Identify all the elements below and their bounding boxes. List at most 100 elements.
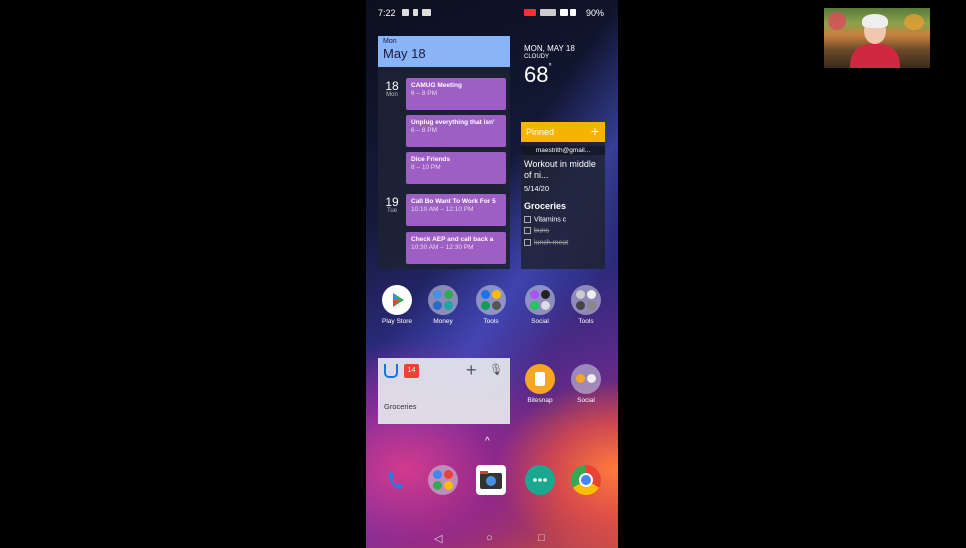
dock-messages[interactable] [518,465,562,498]
back-icon[interactable]: ◁ [434,532,442,545]
folder-icon [428,465,458,495]
app-label: Social [577,397,595,404]
keep-account[interactable]: maestrith@gmail... [521,146,605,155]
video-icon [422,9,431,16]
folder-tools[interactable]: Tools [469,285,513,325]
event-time: 10:10 AM – 12:10 PM [411,206,474,213]
chrome-icon [571,465,601,495]
keep-note[interactable]: Workout in middle of ni... 5/14/20 [521,155,605,197]
messages-icon [525,465,555,495]
mic-icon[interactable]: 🎙 [489,363,503,376]
event-title: Unplug everything that isn' [411,119,495,126]
folder-social[interactable]: Social [518,285,562,325]
checklist-item[interactable]: buns [524,227,602,235]
checklist-text: Vitamins c [534,216,567,224]
bitesnap-icon [525,364,555,394]
camera-icon [476,465,506,495]
dock-camera[interactable] [469,465,513,498]
checklist-item[interactable]: lunch meat [524,238,602,246]
add-button[interactable]: + [466,360,477,381]
folder-icon [571,364,601,394]
webcam-overlay [824,8,930,68]
folder-icon [476,285,506,315]
add-note-button[interactable]: + [591,123,599,139]
event-title: Check AEP and call back a [411,236,494,243]
event-time: 10:30 AM – 12:30 PM [411,244,474,251]
checkbox-icon [524,216,531,223]
note-title: Workout in middle of ni... [524,159,596,180]
status-battery: 90% [585,8,604,18]
app-label: Money [433,318,453,325]
event-time: 6 – 8 PM [411,90,438,97]
app-drawer-caret-icon[interactable]: ^ [485,436,490,447]
calendar-date: May 18 [383,46,426,61]
home-icon[interactable]: ○ [486,532,493,544]
day-label: 19 Tue [383,196,401,214]
calendar-header[interactable]: Mon May 18 [378,36,510,67]
keep-note[interactable]: Groceries Vitamins c buns lunch meat [521,197,605,250]
background-flower [904,14,924,30]
status-time: 7:22 [378,8,396,18]
event-time: 6 – 8 PM [411,127,438,134]
folder-icon [428,285,458,315]
phone-screen: 7:22 90% Mon May 18 18 Mon 19 Tue CAMUG … [366,0,618,548]
calendar-badge-icon[interactable]: 14 [404,364,419,378]
play-store-icon [382,285,412,315]
notification-icon [413,9,418,16]
dock-chrome[interactable] [564,465,608,498]
person-shirt [850,44,900,68]
day-number: 19 [385,195,399,209]
keep-header-label: Pinned [526,127,555,137]
keep-header[interactable]: Pinned + [521,122,605,142]
checkbox-icon [524,227,531,235]
event-time: 8 – 10 PM [411,164,441,171]
calendar-event[interactable]: Unplug everything that isn' 6 – 8 PM [406,115,506,147]
calendar-widget[interactable]: Mon May 18 18 Mon 19 Tue CAMUG Meeting 6… [378,36,510,269]
background-flower [828,12,846,30]
note-title: Groceries [524,201,567,211]
dock-google-folder[interactable] [421,465,465,498]
search-widget[interactable]: 14 + 🎙 Groceries [378,358,510,424]
weather-temp: 68° [524,62,575,88]
folder-icon [571,285,601,315]
mail-icon[interactable] [384,364,398,378]
event-title: CAMUG Meeting [411,82,462,89]
checklist-text: buns [534,227,550,235]
recents-icon[interactable]: □ [538,532,545,544]
dock-phone[interactable] [374,465,418,498]
app-label: Bitesnap [527,397,553,404]
wifi-icon [560,9,568,16]
event-title: Call Bo Want To Work For 5 [411,198,496,205]
calendar-dow: Mon [383,38,397,45]
calendar-event[interactable]: CAMUG Meeting 6 – 8 PM [406,78,506,110]
app-label: Tools [578,318,594,325]
app-play-store[interactable]: Play Store [375,285,419,325]
degree-symbol: ° [548,62,552,71]
widget-note-label[interactable]: Groceries [384,402,417,411]
notification-icon [402,9,409,16]
phone-icon [381,465,411,495]
calendar-event[interactable]: Call Bo Want To Work For 5 10:10 AM – 12… [406,194,506,226]
app-label: Social [531,318,549,325]
event-title: Dice Friends [411,156,451,163]
weather-date: MON, MAY 18 [524,44,575,53]
temp-value: 68 [524,62,549,87]
folder-money[interactable]: Money [421,285,465,325]
app-label: Play Store [382,318,412,325]
calendar-event[interactable]: Check AEP and call back a 10:30 AM – 12:… [406,232,506,264]
day-number: 18 [385,79,399,93]
weather-condition: CLOUDY [524,54,550,60]
volte-icon [540,9,556,16]
calendar-event[interactable]: Dice Friends 8 – 10 PM [406,152,506,184]
weather-widget[interactable]: MON, MAY 18 CLOUDY 68° [524,44,575,88]
note-date: 5/14/20 [524,184,550,193]
app-bitesnap[interactable]: Bitesnap [518,364,562,404]
day-label: 18 Mon [383,80,401,98]
folder-tools-2[interactable]: Tools [564,285,608,325]
keep-widget[interactable]: Pinned + maestrith@gmail... Workout in m… [521,122,605,269]
checklist-item[interactable]: Vitamins c [524,216,602,223]
app-label: Tools [483,318,499,325]
checkbox-icon [524,238,531,246]
signal-icon [570,9,576,16]
folder-social-2[interactable]: Social [564,364,608,404]
